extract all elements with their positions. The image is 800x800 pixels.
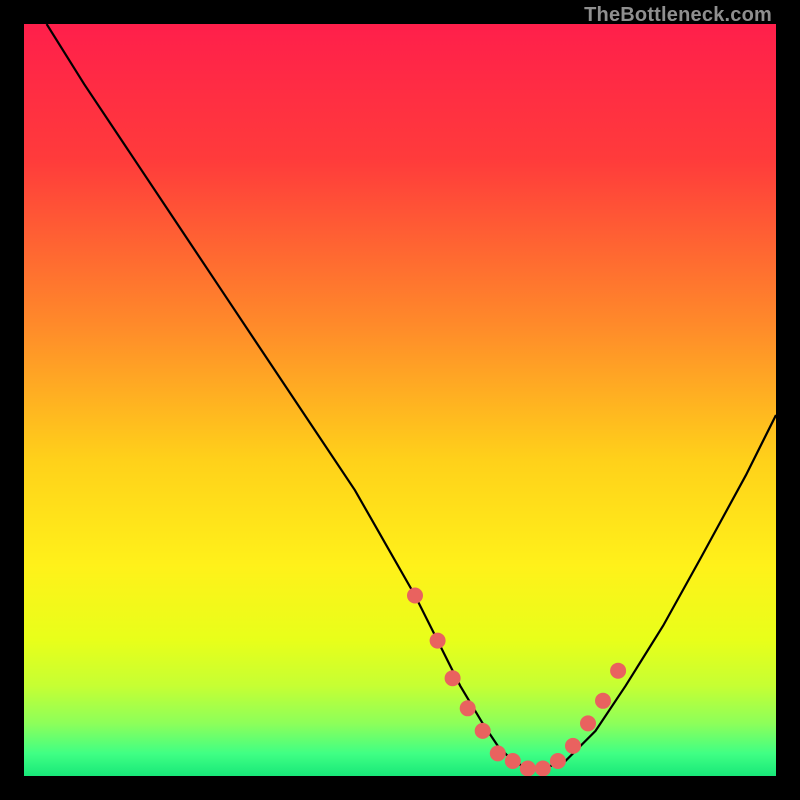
- watermark-text: TheBottleneck.com: [584, 4, 772, 27]
- marker-dot: [520, 761, 536, 777]
- marker-dot: [580, 715, 596, 731]
- marker-dot: [565, 738, 581, 754]
- marker-dot: [475, 723, 491, 739]
- marker-dot: [535, 761, 551, 777]
- marker-dot: [550, 753, 566, 769]
- marker-dot: [430, 633, 446, 649]
- gradient-background: [24, 24, 776, 776]
- marker-dot: [490, 745, 506, 761]
- marker-dot: [595, 693, 611, 709]
- chart-svg: [24, 24, 776, 776]
- marker-dot: [445, 670, 461, 686]
- marker-dot: [610, 663, 626, 679]
- marker-dot: [407, 588, 423, 604]
- marker-dot: [460, 700, 476, 716]
- chart-frame: [24, 24, 776, 776]
- marker-dot: [505, 753, 521, 769]
